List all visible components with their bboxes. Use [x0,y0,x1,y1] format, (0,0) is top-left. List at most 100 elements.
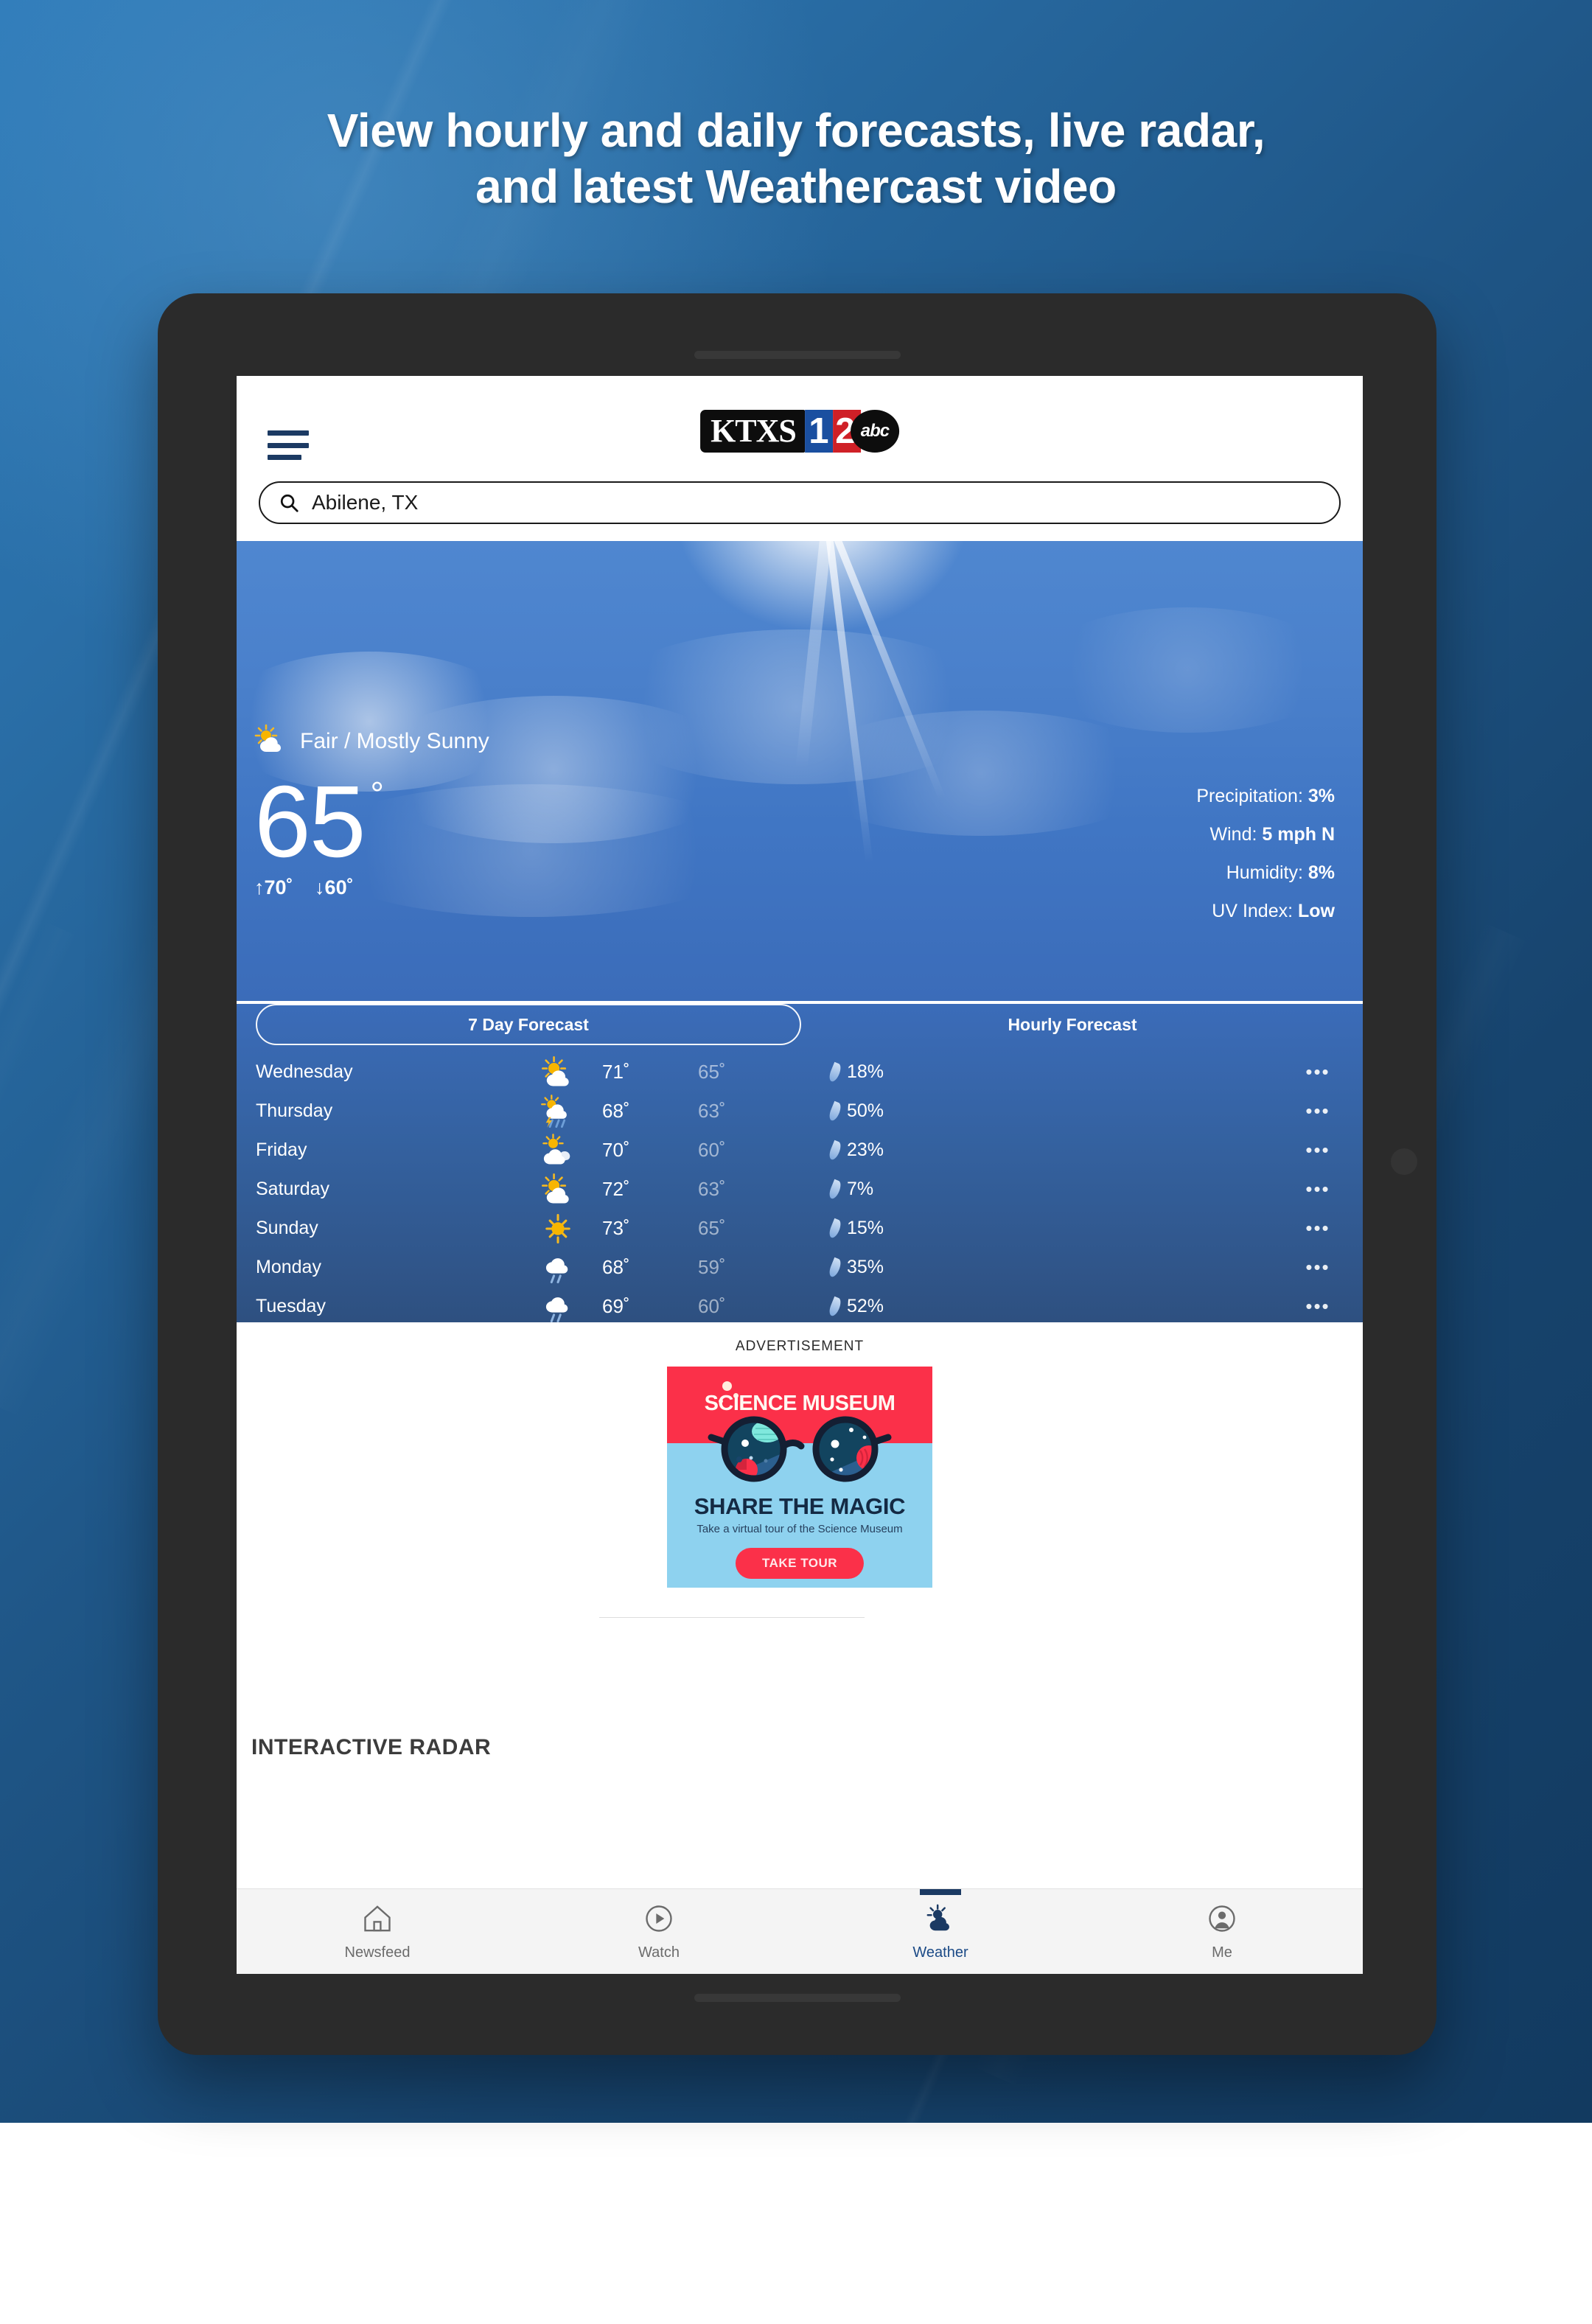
ktxs-logo[interactable]: KTXS 1 2 abc [700,410,899,453]
current-temperature-value: 65 [254,765,366,879]
forecast-day: Monday [256,1257,321,1277]
row-overflow-menu[interactable]: ••• [1292,1295,1344,1318]
tablet-device-frame: KTXS 1 2 abc Abilene, TX Fair / Mostly S… [158,293,1436,2055]
hamburger-bar [268,442,309,448]
tab-7-day-forecast[interactable]: 7 Day Forecast [256,1004,801,1045]
play-circle-icon [643,1902,675,1939]
table-row[interactable]: Friday 70˚ 60˚ 23% ••• [256,1131,1344,1170]
table-row[interactable]: Monday 68˚ 59˚ 35% ••• [256,1248,1344,1287]
nav-item-watch[interactable]: Watch [518,1889,800,1974]
sun-cloud-icon [254,724,288,758]
row-overflow-menu[interactable]: ••• [1292,1061,1344,1084]
device-side-button [1391,1148,1417,1175]
sparkle-icon [722,1381,732,1391]
forecast-day: Sunday [256,1218,318,1238]
forecast-precipitation: 50% [827,1100,1292,1122]
forecast-low: 60˚ [698,1295,726,1317]
row-overflow-menu[interactable]: ••• [1292,1217,1344,1240]
forecast-precipitation: 35% [827,1257,1292,1278]
home-icon [361,1902,394,1939]
forecast-high: 70˚ [602,1139,630,1161]
table-row[interactable]: Wednesday 71˚ 65˚ 18% ••• [256,1053,1344,1092]
device-speaker-bottom [694,1994,901,2002]
sun-cloud-rain-icon [514,1094,602,1128]
cloud-rain-icon [514,1251,602,1285]
nav-item-newsfeed[interactable]: Newsfeed [237,1889,518,1974]
device-screen: KTXS 1 2 abc Abilene, TX Fair / Mostly S… [237,376,1363,1974]
tab-hourly-forecast[interactable]: Hourly Forecast [801,1004,1344,1045]
row-overflow-menu[interactable]: ••• [1292,1139,1344,1162]
nav-label-weather: Weather [912,1944,968,1961]
forecast-high: 73˚ [602,1217,630,1239]
hamburger-bar [268,455,301,460]
space-glasses-illustration [708,1416,892,1482]
current-conditions-hero: Fair / Mostly Sunny 65 ° ↑70˚ ↓60˚ Preci… [237,541,1363,1001]
forecast-precipitation: 7% [827,1179,1292,1200]
forecast-rows: Wednesday 71˚ 65˚ 18% ••• Thursday 68˚ 6… [256,1053,1344,1326]
forecast-pop-value: 50% [847,1100,884,1121]
cloud-wisp [1033,607,1342,733]
advertisement-banner[interactable]: SCIENCE MUSEUM SHARE THE MAGIC Take a vi… [667,1367,932,1588]
hamburger-bar [268,430,309,436]
take-tour-button[interactable]: TAKE TOUR [735,1548,865,1579]
promo-headline-line-1: View hourly and daily forecasts, live ra… [327,104,1265,157]
detail-label: Humidity: [1226,862,1303,883]
forecast-pop-value: 23% [847,1140,884,1160]
forecast-panel: 7 Day Forecast Hourly Forecast Wednesday [237,1004,1363,1322]
forecast-low: 60˚ [698,1139,726,1161]
content-section: ADVERTISEMENT SCIENCE MUSEUM SHARE THE M… [237,1322,1363,1787]
forecast-pop-value: 15% [847,1218,884,1238]
forecast-tabs: 7 Day Forecast Hourly Forecast [256,1004,1344,1045]
active-tab-indicator [920,1889,961,1895]
hamburger-menu-icon[interactable] [268,430,309,460]
forecast-pop-value: 18% [847,1061,884,1082]
detail-label: Precipitation: [1196,786,1303,806]
sun-cloud-icon [514,1173,602,1207]
ad-subheadline: Take a virtual tour of the Science Museu… [696,1523,903,1535]
forecast-precipitation: 23% [827,1140,1292,1161]
forecast-low: 63˚ [698,1100,726,1122]
logo-callsign-text: KTXS [711,413,797,449]
search-input[interactable]: Abilene, TX [259,481,1341,524]
forecast-pop-value: 35% [847,1257,884,1277]
detail-label: UV Index: [1212,901,1294,921]
sun-clouds-icon [514,1133,602,1168]
table-row[interactable]: Saturday 72˚ 63˚ 7% ••• [256,1170,1344,1209]
cloud-wisp [797,711,1165,836]
current-temperature-block: 65 ° ↑70˚ ↓60˚ [254,765,384,899]
detail-value: 8% [1308,862,1335,883]
nav-item-weather[interactable]: Weather [800,1889,1081,1974]
row-overflow-menu[interactable]: ••• [1292,1256,1344,1279]
current-condition-text: Fair / Mostly Sunny [300,728,489,753]
logo-callsign-block: KTXS [700,410,805,453]
ad-headline: SHARE THE MAGIC [694,1493,906,1519]
forecast-high: 68˚ [602,1100,630,1122]
table-row[interactable]: Sunday 73˚ 65˚ 15% ••• [256,1209,1344,1248]
detail-uv-index: UV Index: Low [1196,902,1335,921]
forecast-day: Friday [256,1140,307,1160]
forecast-pop-value: 52% [847,1296,884,1316]
table-row[interactable]: Tuesday 69˚ 60˚ 52% ••• [256,1287,1344,1326]
row-overflow-menu[interactable]: ••• [1292,1178,1344,1201]
forecast-low: 65˚ [698,1061,726,1083]
forecast-pop-value: 7% [847,1179,874,1199]
nav-label-me: Me [1212,1944,1232,1961]
current-details-list: Precipitation: 3% Wind: 5 mph N Humidity… [1196,787,1335,921]
nav-label-watch: Watch [638,1944,680,1961]
forecast-day: Saturday [256,1179,330,1199]
forecast-high: 68˚ [602,1256,630,1278]
advertisement-label: ADVERTISEMENT [735,1339,865,1354]
interactive-radar-title: INTERACTIVE RADAR [251,1735,492,1759]
table-row[interactable]: Thursday 68˚ 63˚ 50% ••• [256,1092,1344,1131]
detail-wind: Wind: 5 mph N [1196,826,1335,844]
row-overflow-menu[interactable]: ••• [1292,1100,1344,1123]
logo-network-badge: abc [850,410,899,453]
detail-value: Low [1298,901,1335,921]
nav-item-me[interactable]: Me [1081,1889,1363,1974]
forecast-day: Wednesday [256,1061,353,1082]
account-circle-icon [1206,1902,1238,1939]
forecast-high: 69˚ [602,1295,630,1317]
search-input-value: Abilene, TX [312,491,419,514]
sun-cloud-icon [514,1055,602,1089]
current-temperature: 65 ° [254,765,384,879]
